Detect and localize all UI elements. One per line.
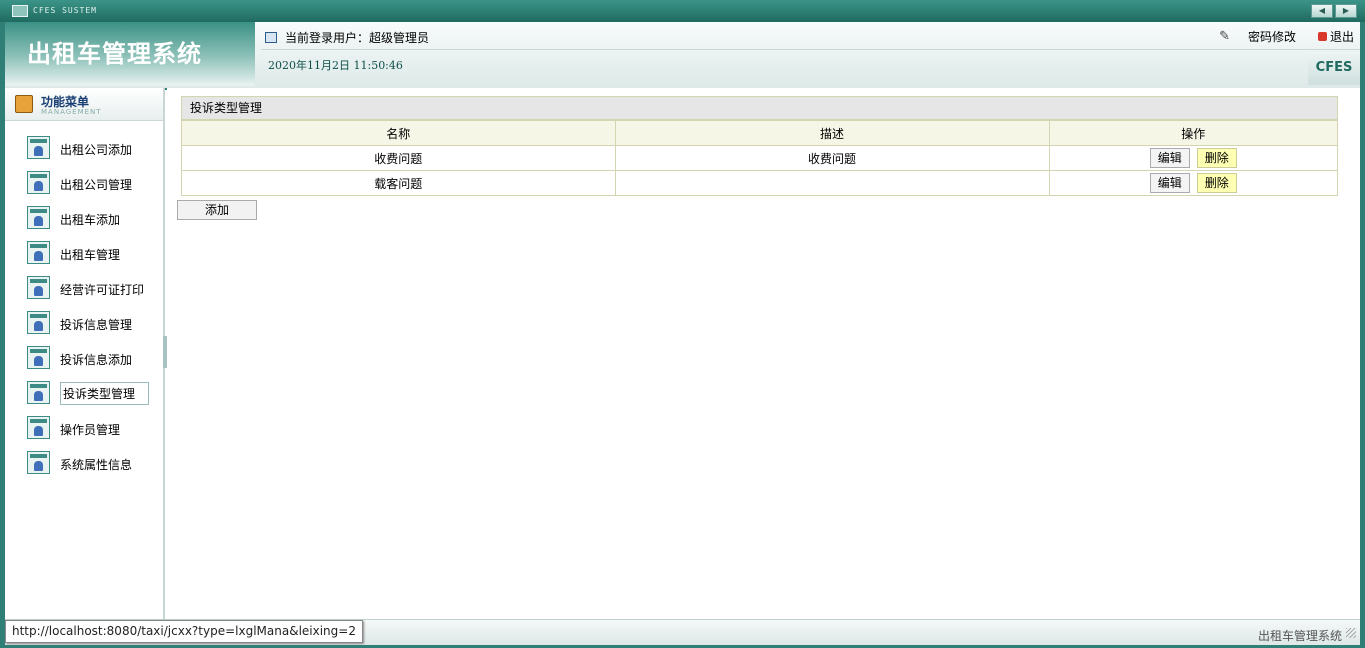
logo-area: 出租车管理系统 (5, 22, 255, 86)
cell-name: 载客问题 (182, 170, 616, 195)
user-card-icon (27, 206, 50, 229)
cell-actions: 编辑 删除 (1048, 170, 1337, 195)
status-app-name: 出租车管理系统 (1257, 629, 1342, 643)
sidebar-item-complaint-manage[interactable]: 投诉信息管理 (5, 304, 163, 339)
app-frame: 出租车管理系统 当前登录用户：超级管理员 2020年11月2日 11:50:46… (5, 22, 1360, 645)
sidebar-menu: 出租公司添加 出租公司管理 出租车添加 出租车管理 经营许可证打印 投诉信息管理… (5, 121, 163, 479)
status-bar: http://localhost:8080/taxi/jcxx?type=lxg… (5, 619, 1360, 645)
current-user: 当前登录用户：超级管理员 (265, 29, 429, 46)
edit-button[interactable]: 编辑 (1149, 173, 1190, 193)
monitor-icon (12, 5, 28, 17)
cell-actions: 编辑 删除 (1048, 145, 1337, 171)
header-links: ✎ 密码修改 退出 (1219, 28, 1354, 45)
sidebar-item-label[interactable]: 投诉信息管理 (60, 316, 132, 333)
menu-subtitle: MANAGEMENT (41, 108, 102, 116)
complaint-type-table: 名称 描述 操作 收费问题 收费问题 编辑 删除 载客问题 编辑 删除 (182, 120, 1337, 195)
menu-header: 功能菜单 MANAGEMENT (5, 88, 163, 121)
column-header-name: 名称 (182, 120, 616, 146)
sidebar-item-label[interactable]: 系统属性信息 (60, 456, 132, 473)
table-row: 收费问题 收费问题 编辑 删除 (182, 145, 1337, 171)
sidebar-item-label[interactable]: 出租车添加 (60, 211, 120, 228)
user-card-icon (27, 311, 50, 334)
sidebar-item-company-manage[interactable]: 出租公司管理 (5, 164, 163, 199)
user-card-icon (27, 416, 50, 439)
sidebar-item-company-add[interactable]: 出租公司添加 (5, 129, 163, 164)
user-card-icon (27, 171, 50, 194)
user-window-icon (265, 32, 277, 43)
sidebar-item-license-print[interactable]: 经营许可证打印 (5, 269, 163, 304)
link-url-tooltip: http://localhost:8080/taxi/jcxx?type=lxg… (5, 620, 363, 643)
user-card-icon (27, 276, 50, 299)
resize-grip-icon[interactable] (1346, 628, 1356, 638)
nav-prev-button[interactable]: ◀ (1311, 4, 1333, 18)
sidebar-item-operator-manage[interactable]: 操作员管理 (5, 409, 163, 444)
sidebar-item-label[interactable]: 操作员管理 (60, 421, 120, 438)
user-card-icon (27, 381, 50, 404)
sidebar-item-label[interactable]: 出租公司管理 (60, 176, 132, 193)
sidebar-item-complaint-add[interactable]: 投诉信息添加 (5, 339, 163, 374)
header-divider (261, 49, 1360, 50)
column-header-description: 描述 (614, 120, 1050, 146)
complaint-type-panel: 投诉类型管理 名称 描述 操作 收费问题 收费问题 编辑 删除 载客问题 编辑 删除 (181, 96, 1338, 196)
sidebar-item-label[interactable]: 出租车管理 (60, 246, 120, 263)
user-card-icon (27, 241, 50, 264)
current-datetime: 2020年11月2日 11:50:46 (268, 59, 403, 72)
column-header-actions: 操作 (1048, 120, 1337, 146)
window-nav: ◀ ▶ (1311, 4, 1357, 18)
edit-button[interactable]: 编辑 (1149, 148, 1190, 168)
cell-description: 收费问题 (614, 145, 1050, 171)
table-header-row: 名称 描述 操作 (182, 120, 1337, 146)
cell-description (614, 170, 1050, 195)
current-user-label: 当前登录用户：超级管理员 (285, 31, 430, 45)
pencil-icon: ✎ (1219, 29, 1230, 44)
app-logo: 出租车管理系统 (27, 39, 202, 68)
sidebar-item-label[interactable]: 投诉信息添加 (60, 351, 132, 368)
window-title: CFES SUSTEM (33, 6, 97, 15)
nav-next-button[interactable]: ▶ (1335, 4, 1357, 18)
menu-book-icon (15, 95, 33, 113)
sidebar-item-complaint-type-manage[interactable]: 投诉类型管理 (5, 374, 163, 409)
main-content: 投诉类型管理 名称 描述 操作 收费问题 收费问题 编辑 删除 载客问题 编辑 删除 (167, 88, 1360, 619)
brand-badge: CFES (1308, 51, 1360, 85)
user-card-icon (27, 136, 50, 159)
sidebar-item-label[interactable]: 经营许可证打印 (60, 281, 144, 298)
sidebar-item-taxi-add[interactable]: 出租车添加 (5, 199, 163, 234)
delete-button[interactable]: 删除 (1196, 173, 1237, 193)
change-password-link[interactable]: 密码修改 (1248, 28, 1296, 45)
logout-link[interactable]: 退出 (1330, 28, 1354, 45)
sidebar-item-label[interactable]: 出租公司添加 (60, 141, 132, 158)
header: 出租车管理系统 当前登录用户：超级管理员 2020年11月2日 11:50:46… (5, 22, 1360, 90)
user-card-icon (27, 451, 50, 474)
user-card-icon (27, 346, 50, 369)
cell-name: 收费问题 (182, 145, 616, 171)
panel-title: 投诉类型管理 (182, 97, 1337, 120)
sidebar: 功能菜单 MANAGEMENT 出租公司添加 出租公司管理 出租车添加 出租车管… (5, 88, 165, 619)
sidebar-item-label[interactable]: 投诉类型管理 (60, 382, 149, 405)
window-titlebar: CFES SUSTEM ◀ ▶ (0, 0, 1365, 22)
sidebar-item-system-info[interactable]: 系统属性信息 (5, 444, 163, 479)
delete-button[interactable]: 删除 (1196, 148, 1237, 168)
sidebar-item-taxi-manage[interactable]: 出租车管理 (5, 234, 163, 269)
table-row: 载客问题 编辑 删除 (182, 170, 1337, 195)
add-button[interactable]: 添加 (177, 200, 257, 220)
power-icon (1317, 32, 1327, 41)
